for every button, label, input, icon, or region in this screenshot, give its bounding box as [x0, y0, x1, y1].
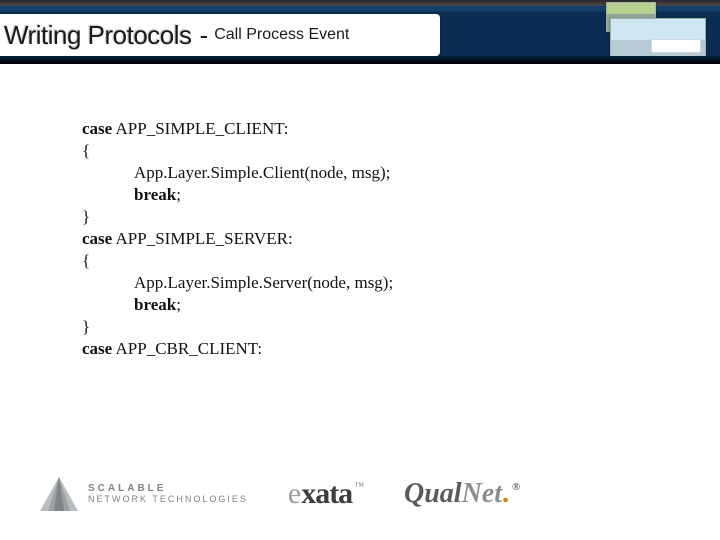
scalable-row2: NETWORK TECHNOLOGIES — [88, 494, 248, 505]
code-text: APP_SIMPLE_SERVER: — [112, 229, 293, 248]
logo-exata: exata™ — [288, 477, 364, 511]
keyword: case — [82, 339, 112, 358]
slide: Writing Protocols - Call Process Event c… — [0, 0, 720, 540]
exata-rest: xata — [301, 477, 352, 511]
banner-thumbnails — [594, 0, 714, 64]
code-text: ; — [176, 185, 181, 204]
code-text: ; — [176, 295, 181, 314]
exata-e: e — [288, 477, 301, 511]
title-subtitle: Call Process Event — [214, 26, 349, 44]
code-line: case APP_CBR_CLIENT: — [82, 338, 602, 360]
code-line: break; — [82, 294, 602, 316]
qualnet-b: Net — [462, 478, 502, 510]
code-line: { — [82, 250, 602, 272]
trademark-icon: ™ — [354, 481, 364, 492]
code-line: } — [82, 206, 602, 228]
code-line: break; — [82, 184, 602, 206]
code-block: case APP_SIMPLE_CLIENT: { App.Layer.Simp… — [82, 118, 602, 360]
code-line: { — [82, 140, 602, 162]
footer-logos: SCALABLE NETWORK TECHNOLOGIES exata™ Qua… — [40, 470, 680, 518]
title-separator: - — [192, 20, 215, 51]
keyword: break — [134, 185, 176, 204]
code-line: case APP_SIMPLE_SERVER: — [82, 228, 602, 250]
scalable-text: SCALABLE NETWORK TECHNOLOGIES — [88, 483, 248, 505]
code-line: } — [82, 316, 602, 338]
qualnet-a: Qual — [404, 478, 462, 510]
title-plate: Writing Protocols - Call Process Event — [0, 14, 440, 56]
code-text: APP_CBR_CLIENT: — [112, 339, 262, 358]
thumbnail-large — [610, 18, 706, 58]
keyword: break — [134, 295, 176, 314]
title-main: Writing Protocols — [4, 20, 192, 51]
keyword: case — [82, 229, 112, 248]
scalable-mark-icon — [40, 477, 78, 511]
code-text: APP_SIMPLE_CLIENT: — [112, 119, 288, 138]
scalable-row1: SCALABLE — [88, 483, 248, 494]
keyword: case — [82, 119, 112, 138]
logo-scalable: SCALABLE NETWORK TECHNOLOGIES — [40, 477, 248, 511]
banner: Writing Protocols - Call Process Event — [0, 0, 720, 64]
code-line: case APP_SIMPLE_CLIENT: — [82, 118, 602, 140]
registered-icon: ® — [512, 481, 520, 493]
qualnet-dot: . — [502, 478, 509, 510]
code-line: App.Layer.Simple.Client(node, msg); — [82, 162, 602, 184]
logo-qualnet: QualNet.® — [404, 478, 520, 510]
code-line: App.Layer.Simple.Server(node, msg); — [82, 272, 602, 294]
